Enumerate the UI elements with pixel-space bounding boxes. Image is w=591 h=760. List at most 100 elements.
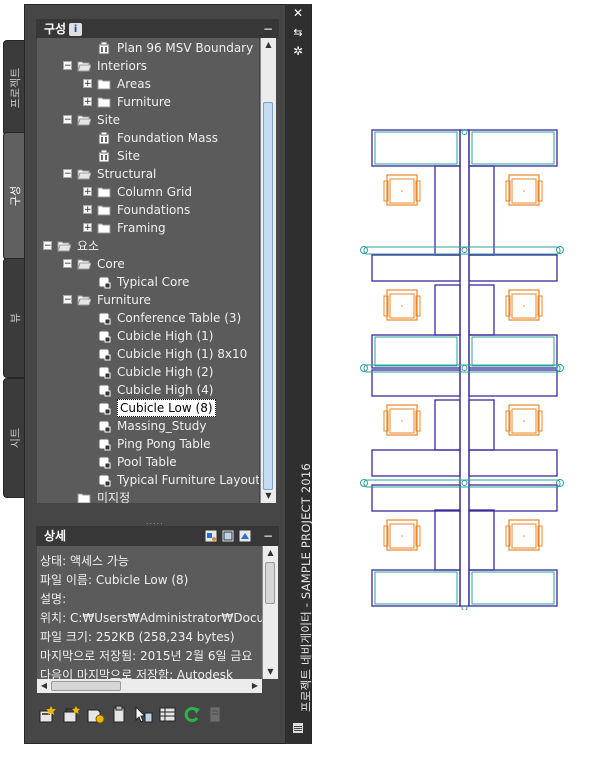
tree-item[interactable]: Conference Table (3): [37, 309, 259, 327]
tree-item[interactable]: + Framing: [37, 219, 259, 237]
palette-menu-icon[interactable]: [285, 722, 311, 737]
tree-item-label: Conference Table (3): [117, 311, 242, 325]
expand-icon[interactable]: +: [83, 79, 92, 89]
properties-icon[interactable]: ✲: [285, 44, 311, 58]
expand-icon[interactable]: +: [83, 187, 92, 197]
floor-plan-drawing[interactable]: [355, 125, 570, 613]
details-scroll-thumb[interactable]: [265, 562, 275, 604]
element-icon: [97, 437, 111, 451]
scroll-thumb[interactable]: [263, 102, 273, 490]
tree-item[interactable]: Foundation Mass: [37, 129, 259, 147]
tree-item-label: 요소: [77, 239, 100, 253]
details-scroll-down-icon[interactable]: ▼: [263, 665, 278, 679]
details-scroll-up-icon[interactable]: ▲: [263, 546, 278, 560]
tree-item[interactable]: − Furniture: [37, 291, 259, 309]
desk-return: [434, 399, 461, 451]
detail-status: 상태: 액세스 가능: [40, 554, 129, 568]
tree-item-label: Areas: [117, 77, 151, 91]
refresh-icon[interactable]: [181, 704, 202, 725]
tab-constructs[interactable]: 구성: [3, 132, 25, 260]
scroll-left-arrow-icon[interactable]: ◀: [37, 679, 51, 693]
tree-item[interactable]: Plan 96 MSV Boundary: [37, 39, 259, 57]
expand-icon[interactable]: +: [83, 97, 92, 107]
partition: [371, 334, 461, 369]
tree-item[interactable]: Cubicle Low (8): [37, 399, 259, 417]
partition: [371, 369, 461, 397]
panel-splitter[interactable]: .....: [146, 517, 164, 526]
chair-center: [401, 535, 403, 537]
scroll-down-arrow-icon[interactable]: ▼: [261, 489, 276, 503]
constructs-panel-header: 구성 i −: [36, 19, 279, 39]
chair-center: [523, 535, 525, 537]
tab-project-label: 프로젝트: [8, 67, 22, 109]
folder-icon: [77, 167, 92, 181]
scroll-right-arrow-icon[interactable]: ▶: [248, 679, 262, 693]
element-icon: [97, 419, 111, 433]
collapse-icon[interactable]: −: [63, 295, 72, 305]
tab-views[interactable]: 뷰: [3, 258, 25, 378]
close-icon[interactable]: ✕: [285, 6, 311, 20]
element-icon: [97, 311, 111, 325]
tree-item[interactable]: Typical Core: [37, 273, 259, 291]
autohide-icon[interactable]: ⇆: [285, 26, 311, 39]
collapse-icon[interactable]: −: [63, 61, 72, 71]
tree-item[interactable]: Cubicle High (1): [37, 327, 259, 345]
partition: [468, 449, 558, 477]
tab-views-label: 뷰: [8, 312, 22, 324]
workstation-frame-inner: [471, 131, 555, 165]
tree-item[interactable]: Massing_Study: [37, 417, 259, 435]
tree-item[interactable]: + Column Grid: [37, 183, 259, 201]
new-element-icon[interactable]: [37, 704, 58, 725]
detail-location: 위치: C:₩Users₩Administrator₩Documen: [40, 611, 262, 625]
collapse-icon[interactable]: −: [63, 259, 72, 269]
tree-item[interactable]: Ping Pong Table: [37, 435, 259, 453]
tree-item[interactable]: − Core: [37, 255, 259, 273]
tree-item[interactable]: 미지정: [37, 489, 259, 503]
folder-icon: [97, 185, 111, 199]
expand-icon[interactable]: +: [83, 223, 92, 233]
repath-icon[interactable]: [205, 704, 226, 725]
tree-item[interactable]: − 요소: [37, 237, 259, 255]
element-icon: [97, 401, 111, 415]
add-construct-icon[interactable]: [85, 704, 106, 725]
desk-return: [434, 509, 461, 571]
details-vertical-scrollbar[interactable]: ▲ ▼: [262, 546, 278, 679]
tree-item[interactable]: Cubicle High (1) 8x10: [37, 345, 259, 363]
tree-item[interactable]: + Furniture: [37, 93, 259, 111]
folder-icon: [97, 203, 111, 217]
tree-item[interactable]: + Foundations: [37, 201, 259, 219]
rail-node: [461, 247, 468, 253]
tree-item-label: Foundation Mass: [117, 131, 219, 145]
tree-item[interactable]: − Interiors: [37, 57, 259, 75]
tree-item[interactable]: − Structural: [37, 165, 259, 183]
tree-item[interactable]: Pool Table: [37, 453, 259, 471]
tree-item[interactable]: Cubicle High (4): [37, 381, 259, 399]
folder-icon: [77, 257, 92, 271]
properties-grid-icon[interactable]: [157, 704, 178, 725]
tree-item[interactable]: + Areas: [37, 75, 259, 93]
details-horizontal-scrollbar[interactable]: ◀ ▶: [37, 679, 262, 693]
new-category-icon[interactable]: [61, 704, 82, 725]
workstation-frame: [371, 129, 461, 167]
tree-item[interactable]: Site: [37, 147, 259, 165]
tree-item-label: Typical Furniture Layout: [117, 473, 259, 487]
tree-item[interactable]: Cubicle High (2): [37, 363, 259, 381]
minimize-icon[interactable]: −: [263, 19, 273, 39]
tree-item[interactable]: − Site: [37, 111, 259, 129]
select-filter-icon[interactable]: [133, 704, 154, 725]
info-icon[interactable]: i: [69, 23, 83, 36]
tab-sheets[interactable]: 시트: [3, 378, 25, 498]
collapse-icon[interactable]: −: [43, 241, 52, 251]
tree-vertical-scrollbar[interactable]: ▲ ▼: [260, 38, 276, 503]
tab-project[interactable]: 프로젝트: [3, 40, 25, 136]
details-hscroll-thumb[interactable]: [51, 681, 121, 691]
expand-icon[interactable]: +: [83, 205, 92, 215]
tree-item[interactable]: Typical Furniture Layout: [37, 471, 259, 489]
collapse-icon[interactable]: −: [63, 169, 72, 179]
collapse-icon[interactable]: −: [63, 115, 72, 125]
copy-to-project-icon[interactable]: [109, 704, 130, 725]
details-minimize-icon[interactable]: −: [263, 526, 273, 546]
scroll-up-arrow-icon[interactable]: ▲: [261, 38, 276, 52]
tree-item-label: Core: [97, 257, 125, 271]
folder-icon: [77, 491, 91, 503]
